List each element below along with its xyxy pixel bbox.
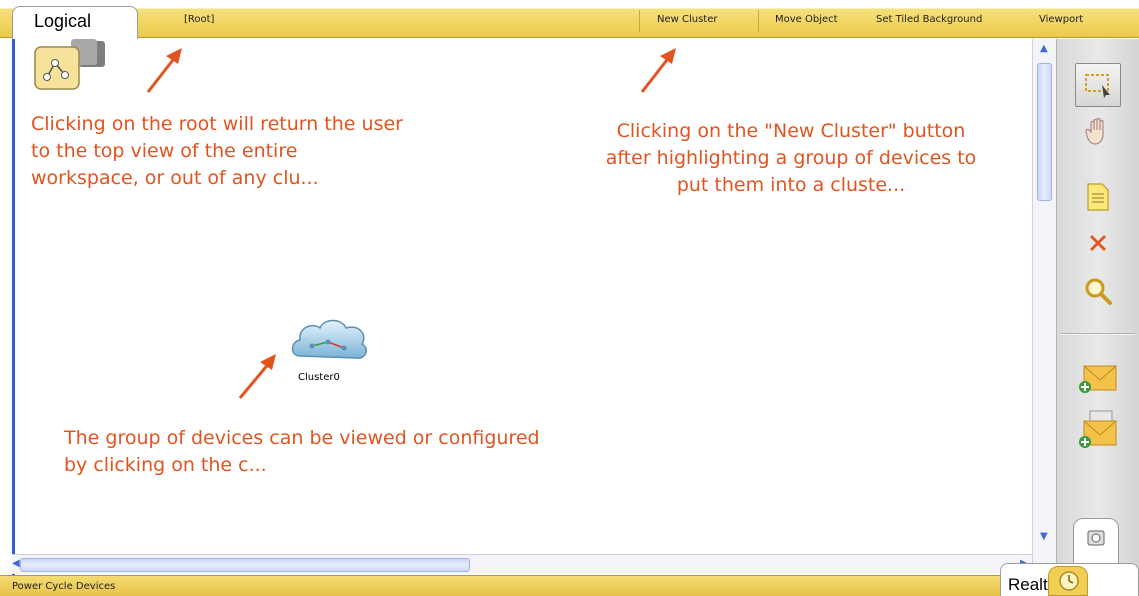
common-tools-panel (1056, 39, 1139, 575)
scroll-left-icon[interactable]: ◀ (12, 558, 20, 569)
place-note-button[interactable] (1075, 175, 1121, 219)
scroll-up-icon[interactable]: ▲ (1040, 43, 1048, 54)
move-tool-button[interactable] (1075, 109, 1121, 153)
cluster-label: Cluster0 (298, 372, 340, 383)
delete-tool-button[interactable] (1075, 221, 1121, 265)
cluster-view-annotation: The group of devices can be viewed or co… (64, 427, 540, 476)
new-cluster-annotation: Clicking on the "New Cluster" button aft… (605, 120, 977, 196)
root-annotation: Clicking on the root will return the use… (31, 113, 403, 189)
viewport-camera-icon[interactable] (1073, 518, 1119, 564)
note-icon (1087, 183, 1109, 211)
annotation-arrows (146, 48, 676, 399)
cluster-cloud-icon[interactable] (288, 312, 372, 368)
add-simple-pdu-button[interactable] (1075, 355, 1121, 399)
add-complex-pdu-icon (1079, 410, 1117, 448)
hand-icon (1085, 117, 1104, 145)
select-icon (1085, 74, 1110, 98)
inspect-tool-button[interactable] (1075, 269, 1121, 313)
select-tool-button[interactable] (1075, 63, 1121, 107)
horizontal-scrollbar[interactable]: ◀ ▶ (12, 554, 1032, 574)
scroll-down-icon[interactable]: ▼ (1040, 531, 1048, 542)
delete-icon (1090, 235, 1106, 251)
inspect-icon (1085, 278, 1112, 305)
add-simple-pdu-icon (1079, 365, 1117, 393)
vertical-scroll-thumb[interactable] (1037, 63, 1052, 201)
clock-icon[interactable] (1048, 566, 1088, 596)
tool-panel-divider (1061, 333, 1135, 335)
vertical-scrollbar[interactable]: ▲ ▼ (1032, 39, 1056, 575)
power-cycle-devices-button[interactable]: Power Cycle Devices (12, 581, 115, 592)
horizontal-scroll-thumb[interactable] (20, 558, 470, 572)
bottom-status-bar: Power Cycle Devices (0, 575, 1139, 596)
add-complex-pdu-button[interactable] (1075, 407, 1121, 451)
